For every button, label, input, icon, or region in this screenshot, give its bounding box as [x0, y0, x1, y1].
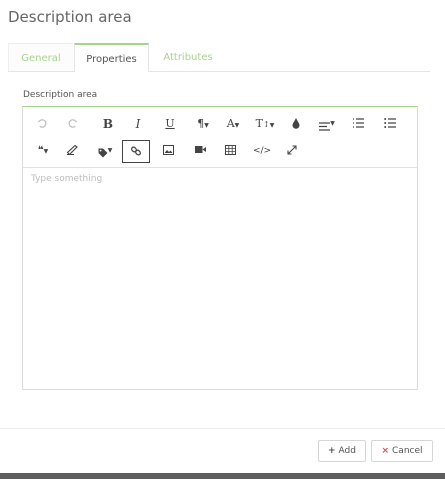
- ordered-list-icon[interactable]: [349, 114, 367, 134]
- tab-bar: General Properties Attributes: [8, 43, 430, 72]
- paragraph-dropdown[interactable]: ¶▼: [191, 114, 215, 134]
- blockquote-dropdown[interactable]: ❝▼: [31, 141, 55, 161]
- font-color-icon: A: [226, 117, 235, 130]
- tab-properties[interactable]: Properties: [74, 43, 149, 72]
- chevron-down-icon: ▼: [43, 148, 49, 155]
- redo-icon[interactable]: [63, 114, 81, 134]
- rich-text-editor: B I U ¶▼ A▼ T↕▼ ▼ ❝▼ ▼ </> Type somethin…: [22, 106, 418, 390]
- add-button-label: Add: [338, 446, 356, 456]
- text-size-icon: T↕: [255, 117, 270, 130]
- text-size-dropdown[interactable]: T↕▼: [252, 114, 278, 134]
- underline-button[interactable]: U: [161, 114, 179, 134]
- tag-icon: [98, 144, 108, 158]
- undo-icon[interactable]: [33, 114, 51, 134]
- chevron-down-icon: ▼: [107, 147, 113, 154]
- editor-toolbar: B I U ¶▼ A▼ T↕▼ ▼ ❝▼ ▼ </>: [23, 107, 417, 168]
- image-icon[interactable]: [159, 141, 177, 161]
- style-dropdown[interactable]: ▼: [93, 141, 117, 161]
- ink-drop-icon[interactable]: [287, 114, 305, 134]
- align-dropdown[interactable]: ▼: [315, 114, 339, 134]
- chevron-down-icon: ▼: [330, 120, 335, 127]
- eraser-icon[interactable]: [63, 141, 81, 161]
- plus-icon: +: [328, 446, 336, 456]
- footer-divider: [0, 428, 445, 429]
- editor-placeholder[interactable]: Type something: [31, 174, 102, 184]
- link-icon[interactable]: [122, 140, 150, 163]
- cancel-button-label: Cancel: [392, 446, 423, 456]
- add-button[interactable]: + Add: [318, 440, 366, 462]
- tab-general[interactable]: General: [8, 43, 73, 71]
- chevron-down-icon: ▼: [269, 122, 275, 129]
- tab-attributes[interactable]: Attributes: [150, 43, 226, 71]
- italic-button[interactable]: I: [129, 114, 147, 134]
- fullscreen-icon[interactable]: [283, 141, 301, 161]
- chevron-down-icon: ▼: [204, 122, 209, 129]
- bottom-bar: [0, 473, 445, 479]
- chevron-down-icon: ▼: [234, 122, 240, 129]
- align-left-icon: [319, 118, 331, 131]
- cancel-button[interactable]: × Cancel: [371, 440, 433, 462]
- unordered-list-icon[interactable]: [381, 114, 399, 134]
- dialog-title: Description area: [8, 8, 132, 26]
- bold-button[interactable]: B: [99, 114, 117, 134]
- close-icon: ×: [381, 446, 390, 456]
- font-color-dropdown[interactable]: A▼: [221, 114, 245, 134]
- table-icon[interactable]: [221, 141, 239, 161]
- description-label: Description area: [23, 90, 98, 100]
- code-view-icon[interactable]: </>: [253, 141, 271, 161]
- video-icon[interactable]: [191, 141, 209, 161]
